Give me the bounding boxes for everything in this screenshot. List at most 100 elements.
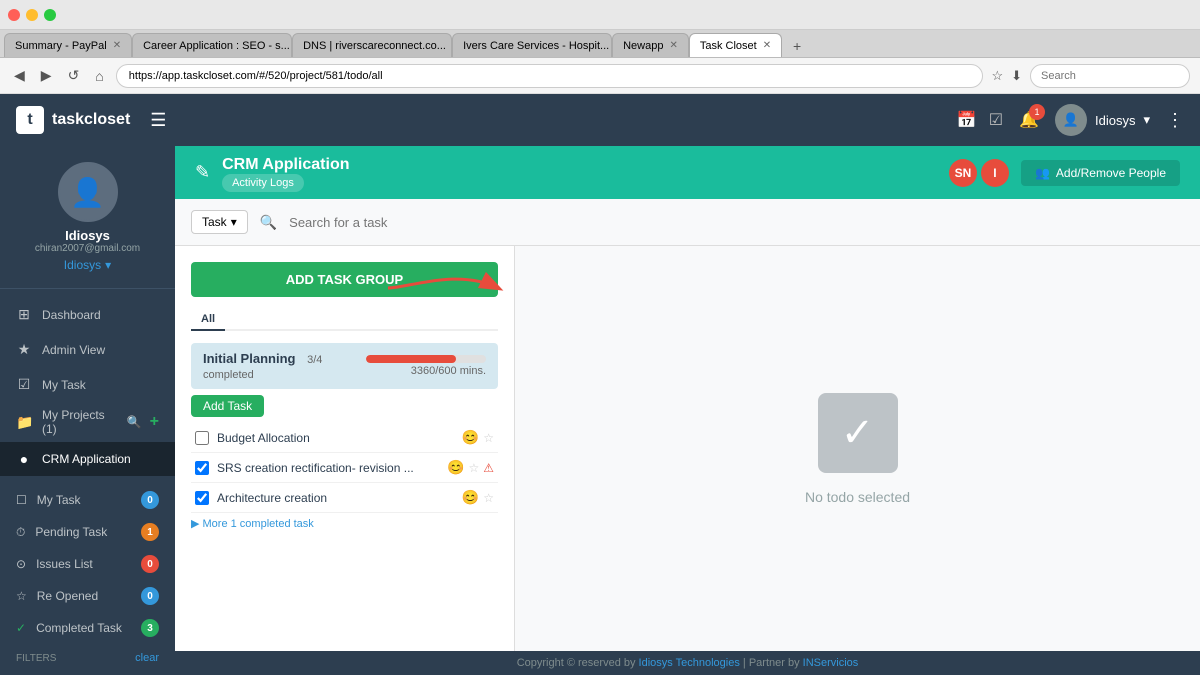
add-project-icon[interactable]: + xyxy=(150,413,159,431)
reload-btn[interactable]: ↺ xyxy=(64,65,84,86)
sidebar-task-issues[interactable]: ⊙ Issues List 0 xyxy=(0,548,175,580)
task-name: Architecture creation xyxy=(217,491,454,505)
completed-icon: ✓ xyxy=(16,621,26,635)
task-icon: ☐ xyxy=(16,493,27,507)
task-star-icon[interactable]: ☆ xyxy=(483,491,494,505)
task-label: Issues List xyxy=(36,557,93,571)
user-avatar: 👤 xyxy=(1055,104,1087,136)
close-tab-icon[interactable]: ✕ xyxy=(113,40,121,51)
new-tab-btn[interactable]: + xyxy=(786,35,808,57)
notification-badge: 1 xyxy=(1029,104,1045,120)
logo-text: taskcloset xyxy=(52,111,130,129)
tab-label: Ivers Care Services - Hospit... xyxy=(463,40,609,52)
add-task-group-btn[interactable]: ADD TASK GROUP xyxy=(191,262,498,297)
forward-btn[interactable]: ▶ xyxy=(37,65,56,86)
search-task-input[interactable] xyxy=(289,207,1184,237)
maximize-window-btn[interactable] xyxy=(44,9,56,21)
user-menu[interactable]: 👤 Idiosys ▾ xyxy=(1055,104,1150,136)
notification-btn[interactable]: 🔔 1 xyxy=(1019,110,1039,130)
filter-tab-all[interactable]: All xyxy=(191,309,225,331)
task-group-info: Initial Planning 3/4 completed xyxy=(203,351,366,381)
address-bar-icons: ☆ ⬇ xyxy=(991,68,1022,84)
add-task-group-container: ADD TASK GROUP xyxy=(191,262,498,309)
close-tab-icon[interactable]: ✕ xyxy=(763,40,771,51)
sidebar-item-my-task[interactable]: ☑ My Task xyxy=(0,367,175,402)
user-dropdown-icon: ▾ xyxy=(1143,112,1150,128)
chevron-down-icon: ▾ xyxy=(105,258,111,272)
sidebar-filter-overdue[interactable]: ● Overdue xyxy=(0,668,175,675)
more-completed-link[interactable]: More 1 completed task xyxy=(191,513,498,534)
sidebar-task-my-task[interactable]: ☐ My Task 0 xyxy=(0,484,175,516)
task-item-architecture: Architecture creation 😊 ☆ xyxy=(191,483,498,513)
footer-company-link[interactable]: Idiosys Technologies xyxy=(639,657,740,669)
progress-container: 3360/600 mins. xyxy=(366,355,486,377)
reopened-icon: ☆ xyxy=(16,589,27,603)
tab-newapp[interactable]: Newapp ✕ xyxy=(612,33,689,57)
user-name-label: Idiosys xyxy=(1095,113,1135,128)
search-icon: 🔍 xyxy=(260,214,277,231)
sidebar-user: 👤 Idiosys chiran2007@gmail.com Idiosys ▾ xyxy=(0,146,175,289)
menu-dots-btn[interactable]: ⋮ xyxy=(1166,110,1184,131)
minimize-window-btn[interactable] xyxy=(26,9,38,21)
task-checkbox[interactable] xyxy=(195,431,209,445)
completed-count-badge: 3 xyxy=(141,619,159,637)
footer-partner-link[interactable]: INServicios xyxy=(803,657,859,669)
task-count-badge: 0 xyxy=(141,491,159,509)
activity-logs-btn[interactable]: Activity Logs xyxy=(222,174,304,192)
calendar-btn[interactable]: 📅 xyxy=(957,110,977,130)
sidebar-project-label: Idiosys xyxy=(64,258,101,272)
project-header: ✎ CRM Application Activity Logs SN I 👥 A… xyxy=(175,146,1200,199)
sidebar-task-completed[interactable]: ✓ Completed Task 3 xyxy=(0,612,175,644)
sidebar-nav: ⊞ Dashboard ★ Admin View ☑ My Task 📁 My … xyxy=(0,289,175,484)
tab-taskcloset[interactable]: Task Closet ✕ xyxy=(689,33,782,57)
footer-copyright: Copyright © reserved by xyxy=(517,657,639,669)
toolbar: Task ▾ 🔍 xyxy=(175,199,1200,246)
add-remove-people-btn[interactable]: 👥 Add/Remove People xyxy=(1021,160,1180,186)
pending-icon: ⏱ xyxy=(16,525,25,540)
home-btn[interactable]: ⌂ xyxy=(91,66,107,86)
hamburger-menu-btn[interactable]: ☰ xyxy=(150,110,166,131)
checkmark-icon: ✓ xyxy=(841,410,875,456)
bookmark-icon[interactable]: ☆ xyxy=(991,68,1003,84)
task-emoji-icon: 😊 xyxy=(462,429,479,446)
close-tab-icon[interactable]: ✕ xyxy=(669,40,677,51)
task-dropdown[interactable]: Task ▾ xyxy=(191,210,248,234)
back-btn[interactable]: ◀ xyxy=(10,65,29,86)
tab-career[interactable]: Career Application : SEO - s... ✕ xyxy=(132,33,292,57)
sidebar-task-section: ☐ My Task 0 ⏱ Pending Task 1 ⊙ Issues Li… xyxy=(0,484,175,644)
browser-search-input[interactable] xyxy=(1030,64,1190,88)
sidebar-task-reopened[interactable]: ☆ Re Opened 0 xyxy=(0,580,175,612)
sidebar-item-crm-application[interactable]: ● CRM Application xyxy=(0,442,175,476)
main-area: 👤 Idiosys chiran2007@gmail.com Idiosys ▾… xyxy=(0,146,1200,675)
add-task-btn[interactable]: Add Task xyxy=(191,395,264,417)
sidebar-task-pending[interactable]: ⏱ Pending Task 1 xyxy=(0,516,175,548)
tab-summary-paypal[interactable]: Summary - PayPal ✕ xyxy=(4,33,132,57)
sidebar-item-dashboard[interactable]: ⊞ Dashboard xyxy=(0,297,175,332)
filters-section-label: FILTERS xyxy=(16,653,56,664)
window-controls xyxy=(8,9,56,21)
task-checkbox[interactable] xyxy=(195,461,209,475)
checklist-btn[interactable]: ☑ xyxy=(989,110,1003,130)
sidebar-item-my-projects[interactable]: 📁 My Projects (1) xyxy=(16,408,119,436)
task-star-icon[interactable]: ☆ xyxy=(483,431,494,445)
sidebar-item-admin-view[interactable]: ★ Admin View xyxy=(0,332,175,367)
sidebar-project-dropdown[interactable]: Idiosys ▾ xyxy=(64,258,111,272)
admin-view-icon: ★ xyxy=(16,341,32,358)
search-projects-icon[interactable]: 🔍 xyxy=(127,415,142,429)
task-item-srs-creation: SRS creation rectification- revision ...… xyxy=(191,453,498,483)
task-star-icon[interactable]: ☆ xyxy=(468,461,479,475)
close-window-btn[interactable] xyxy=(8,9,20,21)
tab-ivers[interactable]: Ivers Care Services - Hospit... ✕ xyxy=(452,33,612,57)
download-icon[interactable]: ⬇ xyxy=(1011,68,1022,84)
topbar-icons: 📅 ☑ xyxy=(957,110,1003,130)
sidebar-item-label: CRM Application xyxy=(42,452,131,466)
tab-label: Newapp xyxy=(623,40,663,52)
user-avatar-icon: 👤 xyxy=(1063,112,1079,128)
tab-dns[interactable]: DNS | riverscareconnect.co... ✕ xyxy=(292,33,452,57)
my-task-icon: ☑ xyxy=(16,376,32,393)
task-name: SRS creation rectification- revision ... xyxy=(217,461,439,475)
filters-clear-btn[interactable]: clear xyxy=(135,652,159,664)
task-item-budget-allocation: Budget Allocation 😊 ☆ xyxy=(191,423,498,453)
url-input[interactable] xyxy=(116,64,984,88)
task-checkbox[interactable] xyxy=(195,491,209,505)
